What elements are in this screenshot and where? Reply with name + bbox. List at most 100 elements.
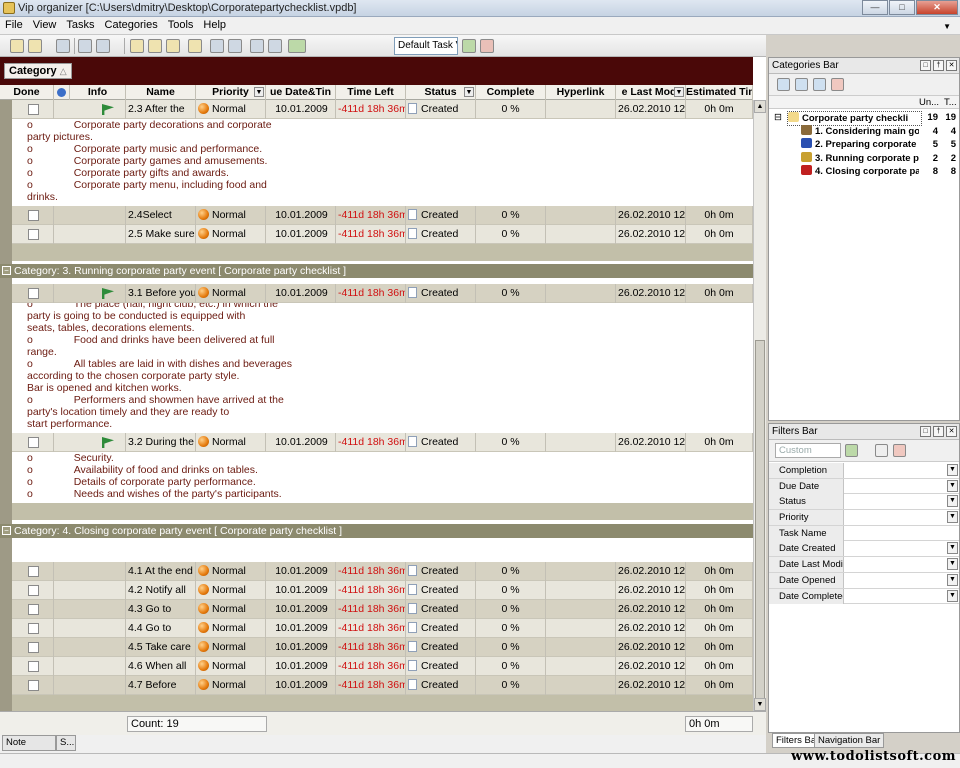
category-item[interactable]: 2. Preparing corporate p 55: [769, 138, 959, 152]
filter-row[interactable]: Priority ▼: [769, 510, 959, 526]
open-database-icon[interactable]: [28, 39, 42, 53]
menu-tools[interactable]: Tools: [163, 17, 199, 33]
vertical-scrollbar[interactable]: ▲ ▼: [753, 100, 766, 711]
dropdown-icon[interactable]: ▼: [947, 558, 958, 571]
panel-dock-icon[interactable]: □: [920, 60, 931, 71]
col-info[interactable]: Info: [70, 85, 126, 100]
uncomplete-icon[interactable]: [228, 39, 242, 53]
category-group-button[interactable]: Category △: [4, 63, 72, 79]
category-group-header[interactable]: − Category: 4. Closing corporate party ev…: [0, 524, 753, 538]
filter-preset-select[interactable]: Custom: [775, 443, 841, 458]
scroll-down-icon[interactable]: ▼: [754, 698, 766, 711]
delete-view-icon[interactable]: [480, 39, 494, 53]
print-icon[interactable]: [78, 39, 92, 53]
menu-view[interactable]: View: [28, 17, 62, 33]
filter-dropdown-icon[interactable]: ▼: [464, 87, 474, 97]
delete-category-icon[interactable]: [831, 78, 844, 91]
flag-icon[interactable]: [102, 437, 114, 448]
tab-note[interactable]: Note: [2, 735, 56, 751]
dropdown-icon[interactable]: ▼: [947, 589, 958, 602]
col-complete[interactable]: Complete: [476, 85, 546, 100]
menu-dropdown-icon[interactable]: ▼: [938, 20, 956, 33]
table-row[interactable]: 2.3 After the Normal 10.01.2009 -411d 18h 3…: [12, 100, 753, 119]
undo-icon[interactable]: [188, 39, 202, 53]
table-row[interactable]: 4.2 Notify all Normal 10.01.2009 -411d 18h …: [12, 581, 753, 600]
filter-dropdown-icon[interactable]: ▼: [254, 87, 264, 97]
menu-categories[interactable]: Categories: [100, 17, 163, 33]
col-name[interactable]: Name: [126, 85, 196, 100]
category-item[interactable]: 4. Closing corporate pa 88: [769, 165, 959, 179]
col-status[interactable]: Status ▼: [406, 85, 476, 100]
done-checkbox[interactable]: [28, 680, 39, 691]
col-hyperlink[interactable]: Hyperlink: [546, 85, 616, 100]
filter-row[interactable]: Status ▼: [769, 494, 959, 511]
move-down-icon[interactable]: [268, 39, 282, 53]
done-checkbox[interactable]: [28, 566, 39, 577]
col-due-date[interactable]: ue Date&Tin: [266, 85, 336, 100]
move-up-icon[interactable]: [250, 39, 264, 53]
dropdown-icon[interactable]: ▼: [947, 511, 958, 524]
clear-filter-icon[interactable]: [875, 444, 888, 457]
table-row[interactable]: 3.1 Before your Normal 10.01.2009 -411d 18h…: [12, 284, 753, 303]
apply-filter-icon[interactable]: [845, 444, 858, 457]
tab-navigation-bar[interactable]: Navigation Bar: [814, 733, 885, 748]
add-category-icon[interactable]: [777, 78, 790, 91]
filter-dropdown-icon[interactable]: ▼: [674, 87, 684, 97]
table-row[interactable]: 4.6 When all Normal 10.01.2009 -411d 18h 36…: [12, 657, 753, 676]
panel-pin-icon[interactable]: †: [933, 426, 944, 437]
table-row[interactable]: 4.4 Go to Normal 10.01.2009 -411d 18h 36m Cr…: [12, 619, 753, 638]
done-checkbox[interactable]: [28, 623, 39, 634]
flag-icon[interactable]: [102, 288, 114, 299]
menu-file[interactable]: File: [0, 17, 28, 33]
dropdown-icon[interactable]: ▼: [947, 479, 958, 492]
collapse-icon[interactable]: −: [2, 266, 11, 275]
table-row[interactable]: 4.3 Go to Normal 10.01.2009 -411d 18h 36m Cr…: [12, 600, 753, 619]
dropdown-icon[interactable]: ▼: [947, 495, 958, 508]
flag-icon[interactable]: [102, 104, 114, 115]
complete-icon[interactable]: [210, 39, 224, 53]
dropdown-icon[interactable]: ▼: [947, 573, 958, 586]
menu-help[interactable]: Help: [198, 17, 231, 33]
filter-row[interactable]: Date Completed ▼: [769, 588, 959, 605]
done-checkbox[interactable]: [28, 661, 39, 672]
print-preview-icon[interactable]: [96, 39, 110, 53]
delete-filter-icon[interactable]: [893, 444, 906, 457]
done-checkbox[interactable]: [28, 604, 39, 615]
done-checkbox[interactable]: [28, 229, 39, 240]
table-row[interactable]: 3.2 During the Normal 10.01.2009 -411d 18h …: [12, 433, 753, 452]
collapse-icon[interactable]: −: [2, 526, 11, 535]
link-icon[interactable]: [166, 39, 180, 53]
save-icon[interactable]: [56, 39, 70, 53]
col-done[interactable]: Done: [0, 85, 54, 100]
filter-row[interactable]: Task Name: [769, 525, 959, 542]
filter-row[interactable]: Due Date ▼: [769, 478, 959, 495]
panel-pin-icon[interactable]: †: [933, 60, 944, 71]
new-task-icon[interactable]: [130, 39, 144, 53]
col-uncompleted[interactable]: Un...: [919, 97, 939, 108]
add-subcategory-icon[interactable]: [795, 78, 808, 91]
maximize-button[interactable]: □: [889, 0, 915, 15]
edit-category-icon[interactable]: [813, 78, 826, 91]
table-row[interactable]: 4.1 At the end Normal 10.01.2009 -411d 18h …: [12, 562, 753, 581]
filter-row[interactable]: Date Opened ▼: [769, 572, 959, 589]
col-estimated-time[interactable]: Estimated Time: [686, 85, 753, 100]
filter-row[interactable]: Date Created ▼: [769, 541, 959, 558]
done-checkbox[interactable]: [28, 210, 39, 221]
scroll-up-icon[interactable]: ▲: [754, 100, 766, 113]
done-checkbox[interactable]: [28, 437, 39, 448]
panel-dock-icon[interactable]: □: [920, 426, 931, 437]
filter-row[interactable]: Date Last Modifie▼: [769, 557, 959, 573]
filter-row[interactable]: Completion ▼: [769, 463, 959, 479]
col-last-modified[interactable]: e Last Modi ▼: [616, 85, 686, 100]
apply-view-icon[interactable]: [462, 39, 476, 53]
table-row[interactable]: 2.4Select Normal 10.01.2009 -411d 18h 36m Cr…: [12, 206, 753, 225]
dropdown-icon[interactable]: ▼: [947, 464, 958, 476]
close-button[interactable]: ✕: [916, 0, 958, 15]
col-total[interactable]: T...: [944, 97, 957, 108]
tab-s[interactable]: S...: [56, 735, 76, 751]
scroll-thumb[interactable]: [755, 340, 765, 700]
col-priority[interactable]: Priority ▼: [196, 85, 266, 100]
category-item[interactable]: 3. Running corporate pa 22: [769, 151, 959, 166]
table-row[interactable]: 2.5 Make sure Normal 10.01.2009 -411d 18h 3…: [12, 225, 753, 244]
menu-tasks[interactable]: Tasks: [61, 17, 99, 33]
